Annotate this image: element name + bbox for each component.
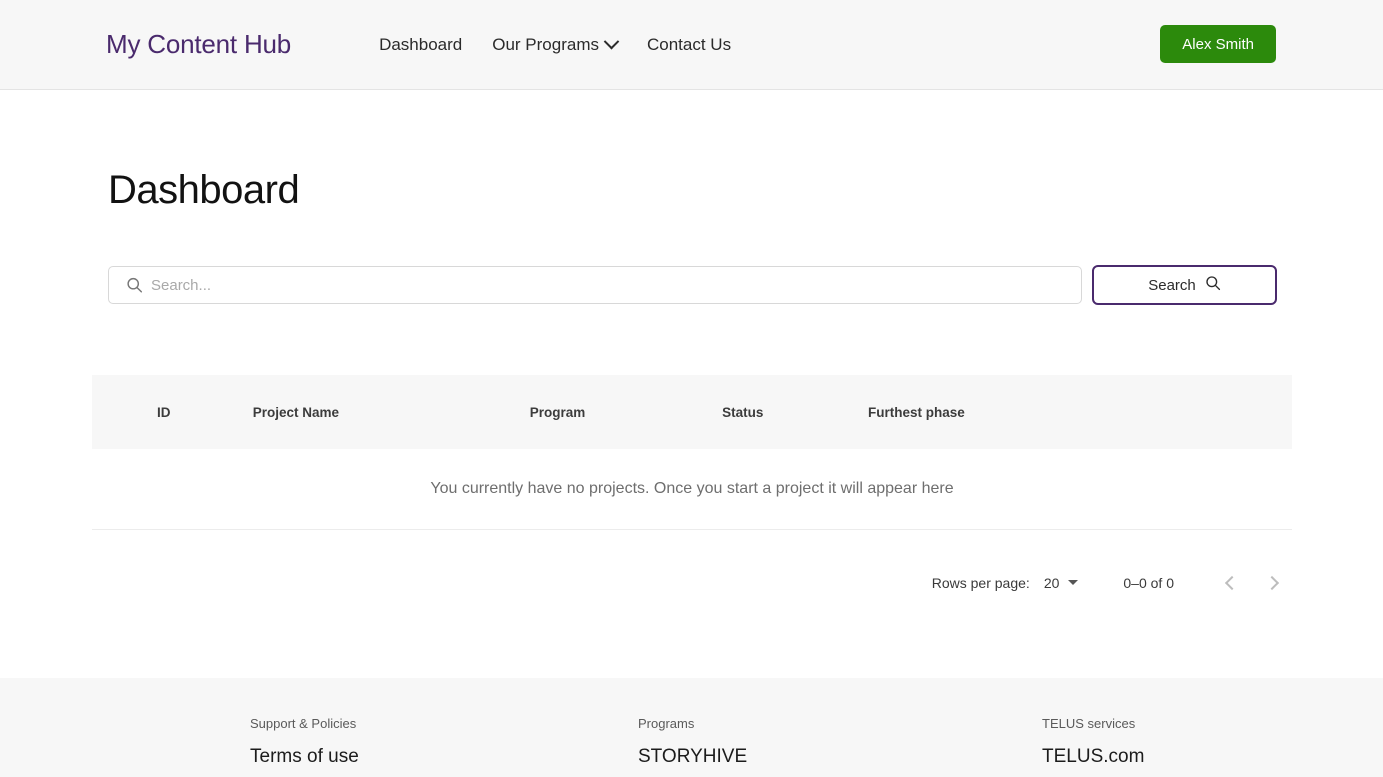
chevron-right-icon [1264,575,1280,590]
table-empty-cell: You currently have no projects. Once you… [92,449,1292,530]
chevron-down-icon [1068,580,1079,585]
search-field-wrapper [108,266,1082,304]
previous-page-button[interactable] [1212,563,1252,603]
column-header-status: Status [722,404,764,420]
footer-heading-support: Support & Policies [250,716,357,731]
search-button-label: Search [1148,276,1196,294]
search-input[interactable] [108,266,1082,304]
site-logo[interactable]: My Content Hub [106,29,291,60]
nav-item-contact-us[interactable]: Contact Us [647,35,731,55]
rows-per-page-select[interactable]: 20 [1044,575,1079,591]
table-empty-row: You currently have no projects. Once you… [92,449,1292,530]
table-header-row: ID Project Name Program Status Furthest … [92,375,1292,449]
page-title: Dashboard [108,168,300,212]
next-page-button[interactable] [1252,563,1292,603]
nav-label-contact-us: Contact Us [647,34,732,54]
chevron-down-icon [603,33,620,50]
site-footer: Support & Policies Terms of use Programs… [0,678,1383,777]
footer-link-terms-of-use[interactable]: Terms of use [250,746,638,768]
column-header-furthest-phase: Furthest phase [868,404,965,420]
chevron-left-icon [1224,575,1240,590]
nav-label-our-programs: Our Programs [492,34,599,54]
nav-label-dashboard: Dashboard [379,34,463,54]
footer-heading-programs: Programs [638,716,695,731]
column-header-project-name: Project Name [252,404,339,420]
footer-link-telus-com[interactable]: TELUS.com [1042,746,1144,768]
search-icon [1205,275,1221,295]
table-pagination: Rows per page: 20 0–0 of 0 [92,530,1292,635]
projects-table-wrapper: ID Project Name Program Status Furthest … [90,375,1293,635]
column-header-program: Program [529,404,586,420]
pagination-range-label: 0–0 of 0 [1123,574,1174,591]
main-content: Dashboard Search... Search ID Project Na… [0,90,1383,635]
table-body: You currently have no projects. Once you… [92,449,1292,530]
table-header: ID Project Name Program Status Furthest … [92,375,1292,449]
projects-table: ID Project Name Program Status Furthest … [92,375,1292,530]
search-row: Search [90,213,1293,305]
column-header-id: ID [157,404,171,420]
empty-state-message: You currently have no projects. Once you… [430,480,954,497]
search-button[interactable]: Search [1092,265,1277,305]
footer-column-telus-services: TELUS services TELUS.com [1042,716,1144,777]
footer-column-programs: Programs STORYHIVE [638,716,1042,777]
footer-link-storyhive[interactable]: STORYHIVE [638,746,1042,768]
footer-column-support: Support & Policies Terms of use [250,716,638,777]
nav-item-dashboard[interactable]: Dashboard [379,35,462,55]
footer-heading-telus-services: TELUS services [1042,716,1136,731]
rows-per-page-label: Rows per page: [931,574,1030,591]
rows-per-page-value: 20 [1043,574,1060,591]
user-account-button[interactable]: Alex Smith [1160,25,1276,63]
main-navigation: Dashboard Our Programs Contact Us [379,33,731,55]
top-navigation-bar: My Content Hub Dashboard Our Programs Co… [0,0,1383,90]
nav-item-our-programs[interactable]: Our Programs [492,33,620,55]
